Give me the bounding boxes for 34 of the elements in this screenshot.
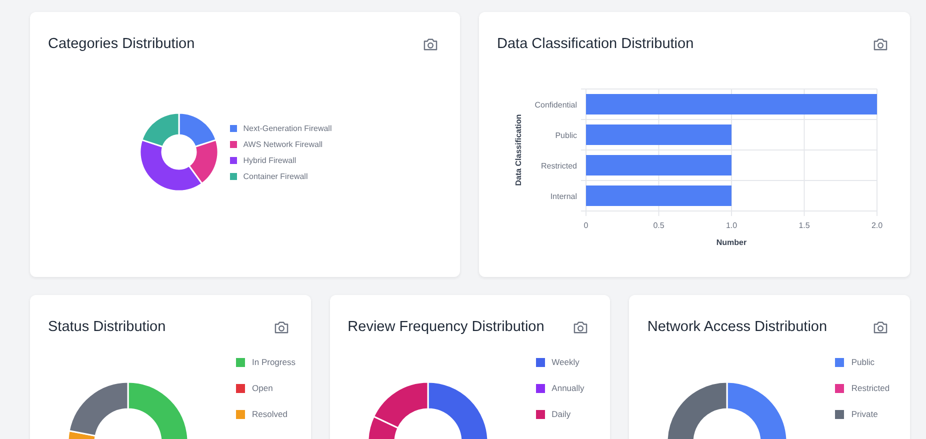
axis-label: Public bbox=[555, 130, 577, 140]
legend-label: Private bbox=[851, 409, 878, 419]
legend-label: Container Firewall bbox=[243, 172, 308, 180]
card-title: Categories Distribution bbox=[48, 36, 195, 52]
axis-tick: 1.0 bbox=[726, 221, 738, 230]
camera-icon[interactable] bbox=[573, 320, 588, 334]
axis-label: Restricted bbox=[540, 161, 577, 170]
axis-label: Confidential bbox=[534, 100, 577, 110]
camera-icon[interactable] bbox=[274, 320, 289, 334]
axis-label: Internal bbox=[550, 192, 577, 201]
axis-title: Data Classification bbox=[514, 114, 523, 186]
axis-tick: 0.5 bbox=[653, 221, 664, 230]
axis-tick: 0 bbox=[584, 221, 588, 230]
card-title: Network Access Distribution bbox=[647, 319, 828, 335]
card-title: Review Frequency Distribution bbox=[348, 319, 544, 335]
camera-icon[interactable] bbox=[423, 38, 438, 50]
axis-title: Number bbox=[716, 238, 747, 246]
legend-label: Resolved bbox=[252, 409, 288, 419]
legend-label: Annually bbox=[552, 383, 584, 393]
card-title: Data Classification Distribution bbox=[497, 36, 694, 52]
camera-icon[interactable] bbox=[873, 38, 888, 50]
axis-tick: 1.5 bbox=[798, 221, 810, 230]
legend-label: Public bbox=[851, 357, 874, 367]
axis-tick: 2.0 bbox=[871, 221, 883, 230]
legend-label: Daily bbox=[552, 409, 571, 419]
legend-label: Next-Generation Firewall bbox=[243, 124, 332, 132]
legend-label: Restricted bbox=[851, 383, 890, 393]
camera-icon[interactable] bbox=[873, 320, 888, 334]
legend-label: Weekly bbox=[552, 357, 580, 367]
card-title: Status Distribution bbox=[48, 319, 166, 335]
legend-label: Open bbox=[252, 383, 273, 393]
legend-label: AWS Network Firewall bbox=[243, 140, 323, 148]
legend-label: In Progress bbox=[252, 357, 296, 367]
legend-label: Hybrid Firewall bbox=[243, 156, 296, 164]
